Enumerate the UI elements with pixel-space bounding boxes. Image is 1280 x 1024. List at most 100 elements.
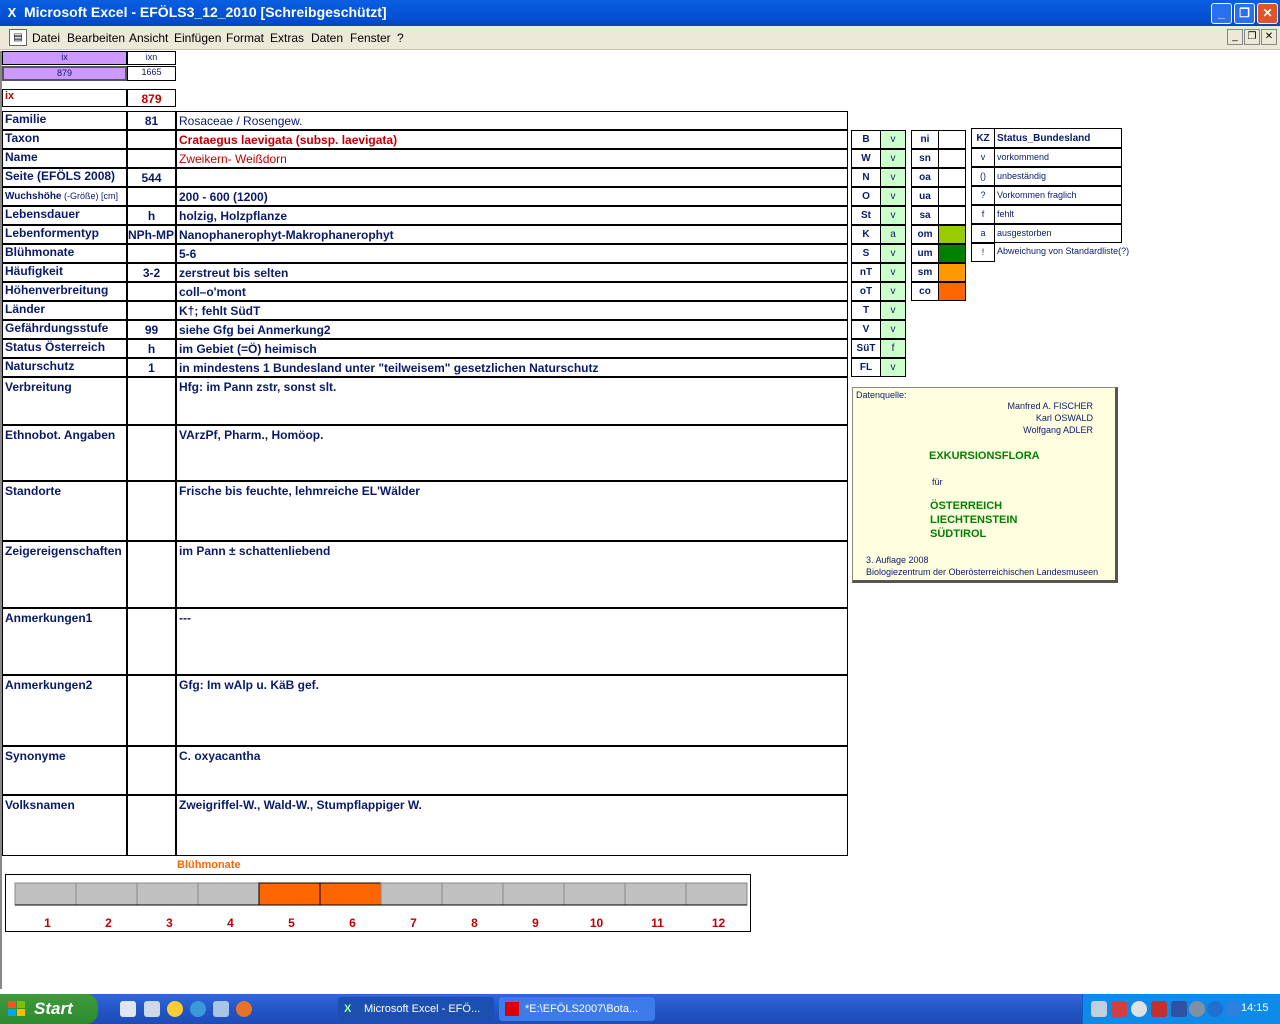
altitude-color[interactable]	[938, 244, 966, 263]
state-value[interactable]: v	[880, 187, 906, 206]
taskbar: Start X Microsoft Excel - EFÖ... *E:\EFÖ…	[0, 994, 1280, 1024]
altitude-color[interactable]	[938, 263, 966, 282]
row-value[interactable]: siehe Gfg bei Anmerkung2	[176, 320, 848, 339]
row-value[interactable]: coll–o'mont	[176, 282, 848, 301]
row-value[interactable]: Crataegus laevigata (subsp. laevigata)	[176, 130, 848, 149]
row-code[interactable]	[127, 282, 176, 301]
row-code[interactable]: 81	[127, 111, 176, 130]
row-code[interactable]	[127, 608, 176, 675]
row-value[interactable]: K†; fehlt SüdT	[176, 301, 848, 320]
row-value[interactable]: zerstreut bis selten	[176, 263, 848, 282]
row-value[interactable]: in mindestens 1 Bundesland unter "teilwe…	[176, 358, 848, 377]
altitude-color[interactable]	[938, 206, 966, 225]
row-code[interactable]: NPh-MPh	[127, 225, 176, 244]
altitude-color[interactable]	[938, 187, 966, 206]
state-value[interactable]: f	[880, 339, 906, 358]
row-value[interactable]: Gfg: Im wAlp u. KäB gef.	[176, 675, 848, 746]
row-value[interactable]: C. oxyacantha	[176, 746, 848, 795]
search-icon[interactable]	[1131, 1001, 1147, 1017]
row-code[interactable]	[127, 746, 176, 795]
row-code[interactable]	[127, 244, 176, 263]
row-code[interactable]	[127, 425, 176, 481]
state-value[interactable]: v	[880, 358, 906, 377]
row-value[interactable]: holzig, Holzpflanze	[176, 206, 848, 225]
index-value-ixn[interactable]: 1665	[127, 66, 176, 81]
security-icon[interactable]	[1111, 1001, 1127, 1017]
row-value[interactable]: im Pann ± schattenliebend	[176, 541, 848, 608]
state-value[interactable]: v	[880, 263, 906, 282]
row-value[interactable]: VArzPf, Pharm., Homöop.	[176, 425, 848, 481]
data-row: Lebensdauer h holzig, Holzpflanze	[2, 206, 848, 225]
start-button[interactable]: Start	[0, 994, 98, 1024]
state-value[interactable]: a	[880, 225, 906, 244]
row-code[interactable]: 544	[127, 168, 176, 187]
state-code: SüT	[851, 339, 881, 358]
sync-icon[interactable]	[1189, 1001, 1205, 1017]
row-value[interactable]: ---	[176, 608, 848, 675]
row-code[interactable]	[127, 301, 176, 320]
altitude-color[interactable]	[938, 149, 966, 168]
row-code[interactable]	[127, 795, 176, 856]
quicklaunch-outlook-icon[interactable]	[213, 1001, 229, 1017]
messenger-icon[interactable]	[1225, 1001, 1241, 1017]
tick-label-month: 5	[288, 916, 295, 930]
data-row: Taxon Crataegus laevigata (subsp. laeviga…	[2, 130, 848, 149]
chart-frame: 1 2 3 4 5 6 7 8 9 10 11 12	[5, 874, 751, 932]
antivirus-icon[interactable]	[1151, 1001, 1167, 1017]
row-code[interactable]: h	[127, 206, 176, 225]
quicklaunch-ie-icon[interactable]	[190, 1001, 206, 1017]
source-author: Wolfgang ADLER	[1023, 425, 1093, 435]
row-code[interactable]	[127, 130, 176, 149]
quicklaunch-firefox-icon[interactable]	[236, 1001, 252, 1017]
altitude-color[interactable]	[938, 282, 966, 301]
shield-icon[interactable]	[1171, 1001, 1187, 1017]
altitude-color[interactable]	[938, 168, 966, 187]
row-value[interactable]: 200 - 600 (1200)	[176, 187, 848, 206]
state-value[interactable]: v	[880, 320, 906, 339]
task-excel[interactable]: X Microsoft Excel - EFÖ...	[338, 997, 494, 1021]
quicklaunch-explorer-icon[interactable]	[144, 1001, 160, 1017]
worksheet[interactable]: ix ixn 879 1665 ix 879 Familie 81 Rosaceae / Ros…	[0, 51, 1280, 989]
bar-month-1	[14, 882, 77, 906]
state-value[interactable]: v	[880, 130, 906, 149]
row-label: Synonyme	[2, 746, 127, 795]
row-value[interactable]: Rosaceae / Rosengew.	[176, 111, 848, 130]
row-code[interactable]	[127, 149, 176, 168]
altitude-color[interactable]	[938, 130, 966, 149]
row-code[interactable]: 99	[127, 320, 176, 339]
row-code[interactable]: 3-2	[127, 263, 176, 282]
row-value[interactable]: im Gebiet (=Ö) heimisch	[176, 339, 848, 358]
state-value[interactable]: v	[880, 149, 906, 168]
row-value[interactable]: Frische bis feuchte, lehmreiche EL'Wälde…	[176, 481, 848, 541]
state-value[interactable]: v	[880, 244, 906, 263]
task-editor[interactable]: *E:\EFÖLS2007\Bota...	[499, 997, 655, 1021]
row-value[interactable]: Hfg: im Pann zstr, sonst slt.	[176, 377, 848, 425]
row-value[interactable]: Nanophanerophyt-Makrophanerophyt	[176, 225, 848, 244]
row-value[interactable]: Zweikern- Weißdorn	[176, 149, 848, 168]
row-value[interactable]: Zweigriffel-W., Wald-W., Stumpflappiger …	[176, 795, 848, 856]
quicklaunch-media-icon[interactable]	[167, 1001, 183, 1017]
row-value[interactable]: 5-6	[176, 244, 848, 263]
legend-key: v	[971, 148, 995, 167]
data-row-large: Standorte Frische bis feuchte, lehmreiche…	[2, 481, 848, 541]
altitude-code: sn	[911, 149, 939, 168]
ix-value[interactable]: 879	[127, 89, 176, 107]
state-value[interactable]: v	[880, 168, 906, 187]
altitude-color[interactable]	[938, 225, 966, 244]
index-value-ix[interactable]: 879	[2, 66, 127, 81]
row-code[interactable]	[127, 377, 176, 425]
altitude-code: sa	[911, 206, 939, 225]
quicklaunch-desktop-icon[interactable]	[120, 1001, 136, 1017]
row-code[interactable]	[127, 187, 176, 206]
row-code[interactable]: 1	[127, 358, 176, 377]
state-value[interactable]: v	[880, 301, 906, 320]
state-value[interactable]: v	[880, 282, 906, 301]
row-code[interactable]	[127, 675, 176, 746]
row-code[interactable]	[127, 481, 176, 541]
row-code[interactable]	[127, 541, 176, 608]
network-icon[interactable]	[1091, 1001, 1107, 1017]
row-code[interactable]: h	[127, 339, 176, 358]
info-icon[interactable]	[1207, 1001, 1223, 1017]
row-value[interactable]	[176, 168, 848, 187]
state-value[interactable]: v	[880, 206, 906, 225]
